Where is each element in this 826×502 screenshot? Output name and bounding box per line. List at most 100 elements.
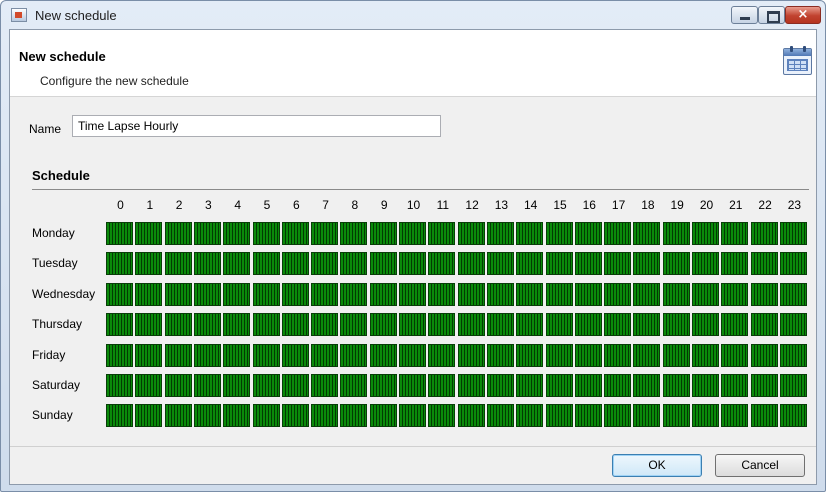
- schedule-row[interactable]: [106, 252, 810, 276]
- hour-cell[interactable]: [340, 343, 368, 367]
- hour-cell[interactable]: [311, 313, 339, 337]
- hour-cell[interactable]: [311, 374, 339, 397]
- hour-cell[interactable]: [106, 282, 133, 306]
- hour-cell[interactable]: [135, 252, 163, 276]
- hour-cell[interactable]: [750, 374, 778, 397]
- hour-cell[interactable]: [779, 252, 807, 276]
- hour-cell[interactable]: [164, 343, 192, 367]
- hour-cell[interactable]: [457, 222, 485, 245]
- hour-cell[interactable]: [457, 313, 485, 337]
- hour-cell[interactable]: [106, 404, 133, 428]
- title-bar[interactable]: New schedule ×: [1, 1, 825, 29]
- hour-label[interactable]: 1: [135, 198, 164, 212]
- hour-label[interactable]: 6: [282, 198, 311, 212]
- hour-cell[interactable]: [369, 404, 397, 428]
- hour-cell[interactable]: [106, 313, 133, 337]
- hour-label[interactable]: 17: [604, 198, 633, 212]
- hour-label[interactable]: 9: [370, 198, 399, 212]
- hour-label[interactable]: 4: [223, 198, 252, 212]
- hour-cell[interactable]: [604, 343, 632, 367]
- day-label[interactable]: Monday: [32, 226, 75, 240]
- hour-cell[interactable]: [369, 222, 397, 245]
- schedule-row[interactable]: [106, 282, 810, 306]
- ok-button[interactable]: OK: [612, 454, 702, 477]
- hour-label[interactable]: 23: [780, 198, 809, 212]
- hour-cell[interactable]: [545, 313, 573, 337]
- hour-cell[interactable]: [692, 222, 719, 245]
- hour-cell[interactable]: [486, 313, 514, 337]
- hour-cell[interactable]: [399, 282, 426, 306]
- day-label[interactable]: Wednesday: [32, 287, 95, 301]
- hour-cell[interactable]: [486, 282, 514, 306]
- hour-cell[interactable]: [457, 404, 485, 428]
- hour-cell[interactable]: [164, 313, 192, 337]
- hour-cell[interactable]: [252, 343, 280, 367]
- hour-label[interactable]: 14: [516, 198, 545, 212]
- hour-label[interactable]: 0: [106, 198, 135, 212]
- hour-cell[interactable]: [399, 343, 426, 367]
- hour-cell[interactable]: [340, 222, 368, 245]
- hour-cell[interactable]: [721, 374, 749, 397]
- hour-cell[interactable]: [340, 404, 368, 428]
- hour-cell[interactable]: [399, 374, 426, 397]
- hour-cell[interactable]: [574, 313, 602, 337]
- hour-cell[interactable]: [516, 343, 544, 367]
- hour-cell[interactable]: [516, 252, 544, 276]
- hour-cell[interactable]: [281, 252, 309, 276]
- hour-cell[interactable]: [633, 404, 661, 428]
- hour-cell[interactable]: [369, 282, 397, 306]
- hour-cell[interactable]: [281, 313, 309, 337]
- hour-cell[interactable]: [164, 374, 192, 397]
- hour-cell[interactable]: [750, 313, 778, 337]
- hour-cell[interactable]: [604, 404, 632, 428]
- hour-cell[interactable]: [750, 282, 778, 306]
- hour-cell[interactable]: [721, 282, 749, 306]
- hour-cell[interactable]: [164, 282, 192, 306]
- hour-cell[interactable]: [574, 282, 602, 306]
- hour-cell[interactable]: [252, 222, 280, 245]
- hour-cell[interactable]: [721, 222, 749, 245]
- hour-cell[interactable]: [750, 404, 778, 428]
- hour-cell[interactable]: [457, 374, 485, 397]
- hour-cell[interactable]: [281, 404, 309, 428]
- hour-cell[interactable]: [750, 252, 778, 276]
- hour-cell[interactable]: [633, 374, 661, 397]
- hour-cell[interactable]: [252, 282, 280, 306]
- hour-cell[interactable]: [428, 282, 456, 306]
- hour-cell[interactable]: [750, 222, 778, 245]
- hour-cell[interactable]: [340, 252, 368, 276]
- hour-cell[interactable]: [193, 374, 221, 397]
- hour-label[interactable]: 13: [487, 198, 516, 212]
- hour-cell[interactable]: [252, 404, 280, 428]
- hour-label[interactable]: 12: [458, 198, 487, 212]
- hour-cell[interactable]: [633, 343, 661, 367]
- hour-cell[interactable]: [311, 252, 339, 276]
- hour-cell[interactable]: [281, 343, 309, 367]
- hour-cell[interactable]: [692, 282, 719, 306]
- hour-cell[interactable]: [428, 252, 456, 276]
- hour-cell[interactable]: [164, 252, 192, 276]
- hour-label[interactable]: 22: [751, 198, 780, 212]
- hour-cell[interactable]: [721, 252, 749, 276]
- hour-cell[interactable]: [193, 313, 221, 337]
- hour-cell[interactable]: [369, 252, 397, 276]
- hour-cell[interactable]: [428, 313, 456, 337]
- hour-cell[interactable]: [604, 374, 632, 397]
- hour-cell[interactable]: [193, 404, 221, 428]
- hour-cell[interactable]: [662, 313, 690, 337]
- hour-cell[interactable]: [633, 282, 661, 306]
- hour-cell[interactable]: [340, 313, 368, 337]
- hour-cell[interactable]: [604, 282, 632, 306]
- schedule-row[interactable]: [106, 374, 810, 397]
- hour-cell[interactable]: [311, 222, 339, 245]
- day-label[interactable]: Sunday: [32, 408, 73, 422]
- hour-cell[interactable]: [135, 404, 163, 428]
- hour-label[interactable]: 8: [340, 198, 369, 212]
- hour-cell[interactable]: [692, 252, 719, 276]
- hour-cell[interactable]: [252, 313, 280, 337]
- hour-cell[interactable]: [106, 222, 133, 245]
- hour-cell[interactable]: [135, 313, 163, 337]
- hour-cell[interactable]: [662, 252, 690, 276]
- hour-cell[interactable]: [662, 404, 690, 428]
- hour-cell[interactable]: [428, 222, 456, 245]
